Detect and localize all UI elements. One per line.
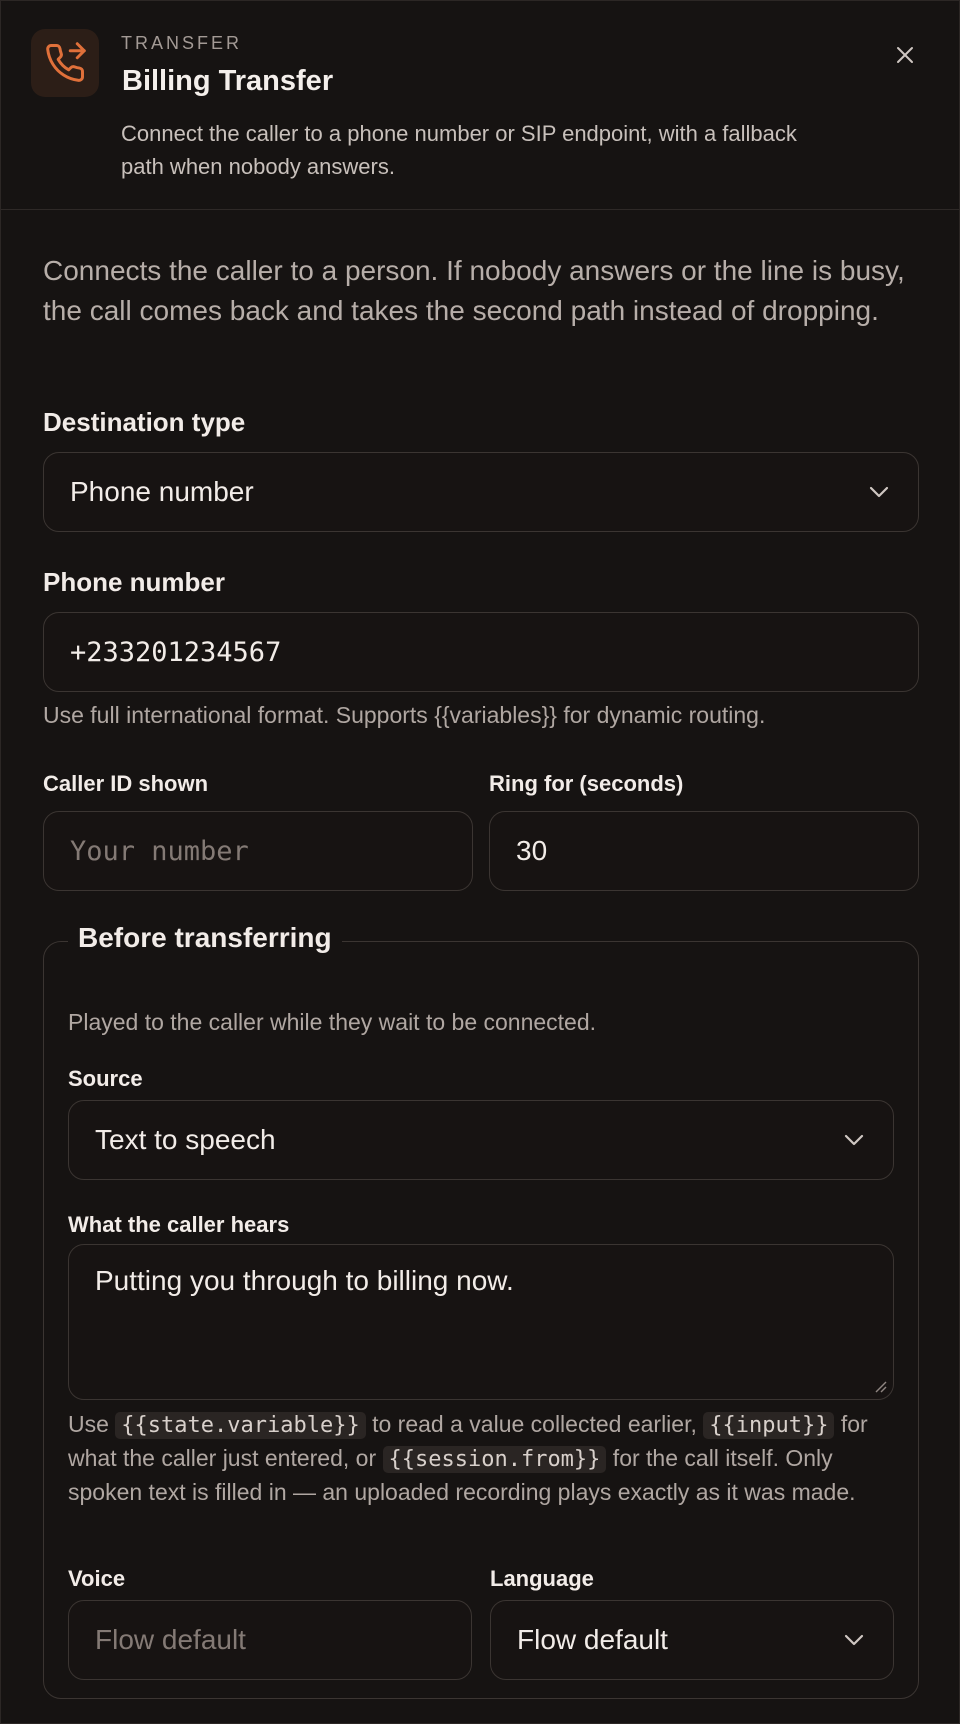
- caller-hears-textarea[interactable]: Putting you through to billing now.: [68, 1244, 894, 1400]
- phone-number-input[interactable]: +233201234567: [43, 612, 919, 692]
- language-label: Language: [490, 1566, 594, 1591]
- header-kicker: TRANSFER: [121, 33, 243, 53]
- close-icon: [897, 47, 913, 63]
- panel-header: TRANSFER Billing Transfer Connect the ca…: [1, 1, 959, 210]
- ring-seconds-input[interactable]: 30: [489, 811, 919, 891]
- before-transferring-section: Before transferring Played to the caller…: [43, 922, 919, 1699]
- chevron-down-icon: [869, 486, 889, 498]
- phone-forward-icon: [31, 29, 99, 97]
- caller-id-input[interactable]: Your number: [43, 811, 473, 891]
- source-value: Text to speech: [95, 1124, 276, 1155]
- chevron-down-icon: [844, 1634, 864, 1646]
- language-value: Flow default: [517, 1624, 668, 1655]
- phone-number-label: Phone number: [43, 567, 226, 597]
- destination-type-select[interactable]: Phone number: [43, 452, 919, 532]
- code-state-variable: {{state.variable}}: [115, 1412, 366, 1439]
- header-subtitle: Connect the caller to a phone number or …: [121, 121, 797, 179]
- source-label: Source: [68, 1066, 143, 1091]
- ring-seconds-label: Ring for (seconds): [489, 771, 684, 796]
- destination-type-label: Destination type: [43, 407, 246, 437]
- phone-number-value: +233201234567: [70, 636, 282, 668]
- language-select[interactable]: Flow default: [490, 1600, 894, 1680]
- code-session-from: {{session.from}}: [382, 1446, 607, 1473]
- ring-seconds-value: 30: [516, 835, 548, 866]
- template-variables-help: Use {{state.variable}} to read a value c…: [68, 1411, 868, 1505]
- destination-type-value: Phone number: [70, 476, 254, 507]
- intro-text: Connects the caller to a person. If nobo…: [43, 255, 905, 326]
- page-title: Billing Transfer: [122, 65, 334, 97]
- caller-id-label: Caller ID shown: [43, 771, 209, 796]
- section-description: Played to the caller while they wait to …: [68, 1009, 597, 1035]
- caller-hears-value: Putting you through to billing now.: [95, 1265, 514, 1296]
- close-button[interactable]: [889, 39, 921, 71]
- phone-number-help: Use full international format. Supports …: [43, 702, 766, 728]
- section-legend: Before transferring: [68, 922, 342, 954]
- code-input: {{input}}: [703, 1412, 835, 1439]
- chevron-down-icon: [844, 1134, 864, 1146]
- voice-label: Voice: [68, 1566, 126, 1591]
- resize-handle-icon[interactable]: [873, 1379, 887, 1393]
- caller-id-placeholder: Your number: [70, 835, 249, 867]
- transfer-panel: TRANSFER Billing Transfer Connect the ca…: [0, 0, 960, 1724]
- caller-hears-label: What the caller hears: [68, 1212, 290, 1237]
- voice-input[interactable]: Flow default: [68, 1600, 472, 1680]
- source-select[interactable]: Text to speech: [68, 1100, 894, 1180]
- voice-placeholder: Flow default: [95, 1624, 246, 1655]
